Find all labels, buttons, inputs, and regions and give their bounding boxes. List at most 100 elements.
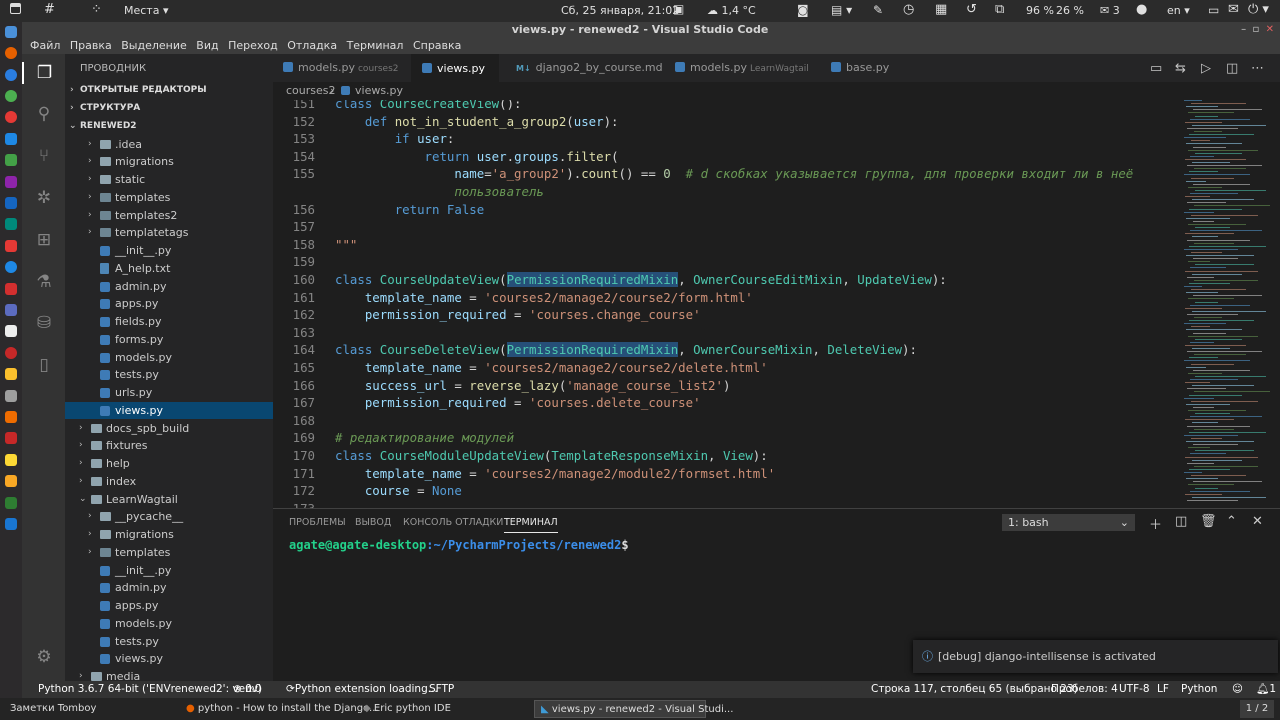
- explorer-icon[interactable]: ❐: [22, 62, 65, 84]
- tab-debug-console[interactable]: КОНСОЛЬ ОТЛАДКИ: [403, 517, 503, 528]
- code-line[interactable]: def not_in_student_a_group2(user):: [335, 114, 619, 129]
- indentation[interactable]: Пробелов: 4: [1051, 681, 1118, 698]
- code-line[interactable]: return False: [335, 202, 485, 217]
- menu-edit[interactable]: Правка: [68, 38, 114, 54]
- cursor-position[interactable]: Строка 117, столбец 65 (выбрано 23): [871, 681, 1078, 698]
- terminal-prompt[interactable]: agate@agate-desktop:~/PycharmProjects/re…: [289, 538, 629, 552]
- tab-terminal[interactable]: ТЕРМИНАЛ: [504, 517, 558, 533]
- tab-models-courses2[interactable]: models.py courses2: [283, 54, 403, 82]
- menu-terminal[interactable]: Терминал: [345, 38, 406, 54]
- problems-indicator[interactable]: ⊗ 0 ⚠ 0: [233, 681, 261, 698]
- menu-go[interactable]: Переход: [226, 38, 280, 54]
- app-icon[interactable]: [5, 154, 17, 166]
- clipboard-icon[interactable]: ▤ ▾: [831, 3, 852, 17]
- app-icon[interactable]: [5, 368, 17, 380]
- notifications-bell[interactable]: 🔔︎ 1: [1256, 681, 1276, 698]
- code-line[interactable]: permission_required = 'courses.change_co…: [335, 307, 701, 322]
- breadcrumb-folder[interactable]: courses2: [286, 82, 336, 100]
- clock[interactable]: Сб, 25 января, 21:02: [561, 4, 679, 17]
- opera-icon[interactable]: [5, 111, 17, 123]
- dock-app-icon[interactable]: [5, 26, 17, 38]
- tree-item[interactable]: admin.py: [65, 579, 273, 597]
- history-icon[interactable]: ↺: [966, 2, 977, 17]
- line-ending[interactable]: LF: [1157, 681, 1169, 698]
- app-icon[interactable]: [5, 176, 17, 188]
- tree-item[interactable]: › templates: [65, 544, 273, 562]
- tab-output[interactable]: ВЫВОД: [355, 517, 391, 528]
- network-icon[interactable]: ▭: [1208, 3, 1219, 17]
- cpu-icon[interactable]: ▦: [935, 2, 947, 17]
- app-icon[interactable]: [5, 325, 17, 337]
- tree-item[interactable]: urls.py: [65, 384, 273, 402]
- section-open-editors[interactable]: › ОТКРЫТЫЕ РЕДАКТОРЫ: [65, 81, 273, 99]
- new-terminal-icon[interactable]: ＋: [1149, 514, 1162, 533]
- task-vscode[interactable]: ◣ views.py - renewed2 - Visual Studi...: [534, 700, 733, 718]
- close-icon[interactable]: ✕: [1266, 24, 1274, 35]
- tree-item[interactable]: ⌄ LearnWagtail: [65, 491, 273, 509]
- tab-django2-by-course-md[interactable]: M↓ django2_by_course.md: [516, 54, 666, 82]
- tree-item[interactable]: models.py: [65, 349, 273, 367]
- grid-icon[interactable]: #: [44, 2, 55, 17]
- menu-view[interactable]: Вид: [194, 38, 220, 54]
- language-indicator[interactable]: en ▾: [1167, 4, 1190, 17]
- code-editor[interactable]: 151 class CourseCreateView(): 152 def not_…: [273, 100, 1280, 508]
- tab-base-py[interactable]: base.py: [831, 54, 911, 82]
- terminal-shell-select[interactable]: 1: bash ⌄: [1002, 514, 1135, 531]
- split-editor-icon[interactable]: ◫: [1226, 61, 1238, 76]
- mail-indicator[interactable]: ✉ 3: [1100, 4, 1120, 17]
- trash-icon[interactable]: 🗑: [1200, 514, 1217, 529]
- tab-views-py[interactable]: views.py: [411, 54, 499, 82]
- app-icon[interactable]: [5, 411, 17, 423]
- minimap[interactable]: [1184, 100, 1270, 508]
- compare-icon[interactable]: ⇆: [1175, 61, 1186, 76]
- code-line[interactable]: # редактирование модулей: [335, 430, 514, 445]
- code-line[interactable]: class CourseCreateView():: [335, 100, 522, 111]
- sftp-indicator[interactable]: SFTP: [429, 681, 454, 698]
- accessibility-icon[interactable]: ✉: [1228, 2, 1239, 17]
- tree-item[interactable]: __init__.py: [65, 242, 273, 260]
- timer-icon[interactable]: ◷: [903, 2, 914, 17]
- tree-item[interactable]: models.py: [65, 615, 273, 633]
- camera-icon[interactable]: ◙: [797, 3, 809, 17]
- code-line[interactable]: success_url = reverse_lazy('manage_cours…: [335, 378, 731, 393]
- encoding[interactable]: UTF-8: [1119, 681, 1150, 698]
- task-eric[interactable]: ◆ Eric python IDE: [357, 700, 529, 718]
- workspace-switcher[interactable]: 1 / 2: [1240, 700, 1274, 718]
- code-line[interactable]: class CourseDeleteView(PermissionRequire…: [335, 342, 917, 358]
- close-panel-icon[interactable]: ✕: [1252, 514, 1263, 529]
- app-icon[interactable]: [5, 261, 17, 273]
- tree-item[interactable]: › templatetags: [65, 224, 273, 242]
- bookmark-icon[interactable]: ▯: [33, 354, 55, 376]
- tree-item[interactable]: views.py: [65, 650, 273, 668]
- maximize-panel-icon[interactable]: ⌃: [1226, 514, 1237, 529]
- code-line[interactable]: permission_required = 'courses.delete_co…: [335, 395, 701, 410]
- feedback-icon[interactable]: ☺: [1232, 681, 1243, 698]
- volume-level[interactable]: 26 %: [1056, 4, 1084, 17]
- tree-item[interactable]: › .idea: [65, 136, 273, 154]
- remote-icon[interactable]: ⛁: [33, 312, 55, 334]
- weather[interactable]: ☁ 1,4 °C: [707, 4, 756, 17]
- menu-debug[interactable]: Отладка: [285, 38, 339, 54]
- tree-item[interactable]: › index: [65, 473, 273, 491]
- app-icon[interactable]: [5, 347, 17, 359]
- maximize-icon[interactable]: ▫: [1252, 24, 1259, 35]
- menu-selection[interactable]: Выделение: [119, 38, 189, 54]
- tree-item[interactable]: forms.py: [65, 331, 273, 349]
- code-line[interactable]: template_name = 'courses2/manage2/course…: [335, 360, 768, 375]
- tree-item[interactable]: A_help.txt: [65, 260, 273, 278]
- code-line[interactable]: if user:: [335, 131, 455, 146]
- tree-item[interactable]: tests.py: [65, 366, 273, 384]
- extensions-icon[interactable]: ⊞: [33, 229, 55, 251]
- test-icon[interactable]: ⚗: [33, 271, 55, 293]
- app-icon[interactable]: [5, 475, 17, 487]
- app-icon[interactable]: [5, 283, 17, 295]
- code-line[interactable]: class CourseUpdateView(PermissionRequire…: [335, 272, 947, 287]
- window-menu-icon[interactable]: [10, 3, 21, 17]
- app-icon[interactable]: [5, 133, 17, 145]
- debug-icon[interactable]: ✲: [33, 187, 55, 209]
- language-mode[interactable]: Python: [1181, 681, 1217, 698]
- menu-file[interactable]: Файл: [28, 38, 62, 54]
- tab-problems[interactable]: ПРОБЛЕМЫ: [289, 517, 346, 528]
- code-line[interactable]: class CourseModuleUpdateView(TemplateRes…: [335, 448, 768, 463]
- app-icon[interactable]: [5, 240, 17, 252]
